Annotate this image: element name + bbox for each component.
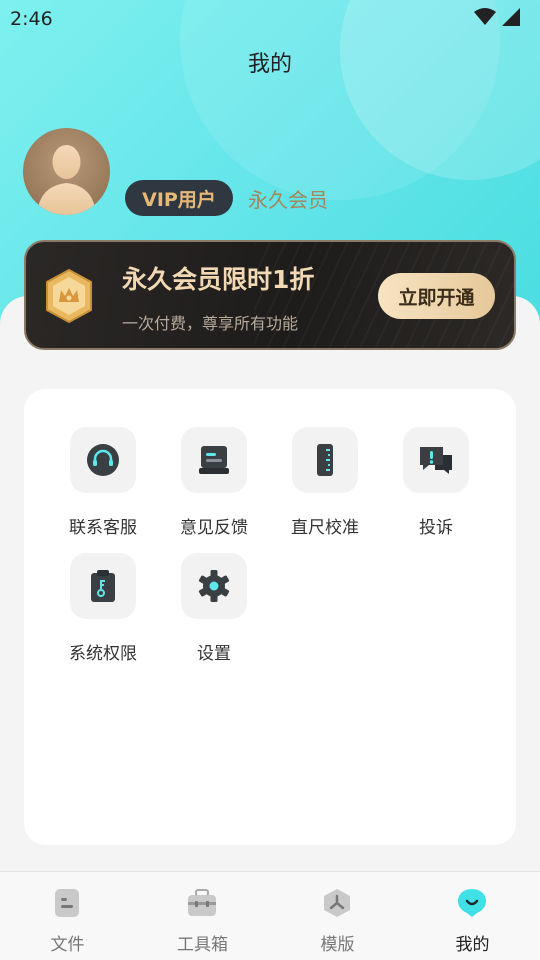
page-title: 我的 bbox=[247, 52, 292, 77]
gear-icon bbox=[181, 553, 247, 619]
tool-system-permission[interactable]: 系统权限 bbox=[48, 553, 158, 673]
tab-label: 文件 bbox=[50, 935, 85, 955]
tab-label: 工具箱 bbox=[177, 935, 228, 955]
tool-label: 直尺校准 bbox=[291, 518, 359, 538]
tool-complaint[interactable]: 投诉 bbox=[381, 427, 491, 547]
promo-title: 永久会员限时1折 bbox=[122, 265, 315, 294]
tool-label: 联系客服 bbox=[69, 518, 137, 538]
crown-badge-icon bbox=[46, 268, 92, 324]
tool-ruler-calibration[interactable]: 直尺校准 bbox=[270, 427, 380, 547]
bottom-tab-bar: 文件 工具箱 模版 我的 bbox=[0, 871, 540, 960]
tab-profile[interactable]: 我的 bbox=[405, 872, 540, 960]
tool-contact-support[interactable]: 联系客服 bbox=[48, 427, 158, 547]
permission-icon bbox=[70, 553, 136, 619]
member-type-label: 永久会员 bbox=[248, 188, 328, 212]
tool-label: 设置 bbox=[197, 644, 231, 664]
tool-settings[interactable]: 设置 bbox=[159, 553, 269, 673]
tool-label: 系统权限 bbox=[69, 644, 137, 664]
tab-toolbox[interactable]: 工具箱 bbox=[135, 872, 270, 960]
tab-files[interactable]: 文件 bbox=[0, 872, 135, 960]
user-silhouette-icon bbox=[37, 145, 96, 215]
tab-templates[interactable]: 模版 bbox=[270, 872, 405, 960]
tool-label: 意见反馈 bbox=[180, 518, 248, 538]
file-icon bbox=[50, 886, 84, 920]
status-bar: 2:46 bbox=[0, 0, 540, 38]
tool-feedback[interactable]: 意见反馈 bbox=[159, 427, 269, 547]
wifi-icon bbox=[474, 8, 496, 25]
feedback-icon bbox=[181, 427, 247, 493]
tool-label: 投诉 bbox=[419, 518, 453, 538]
profile-icon bbox=[455, 886, 489, 920]
tab-label: 模版 bbox=[320, 935, 355, 955]
avatar[interactable] bbox=[23, 128, 110, 215]
tools-panel: 联系客服 意见反馈 直尺校准 投诉 系统权限 设置 bbox=[24, 389, 516, 845]
complaint-icon bbox=[403, 427, 469, 493]
tab-label: 我的 bbox=[455, 935, 490, 955]
signal-icon bbox=[502, 8, 520, 26]
status-time: 2:46 bbox=[10, 8, 53, 30]
vip-promo-card[interactable]: 永久会员限时1折 一次付费，尊享所有功能 立即开通 bbox=[24, 240, 516, 350]
template-icon bbox=[320, 886, 354, 920]
activate-button[interactable]: 立即开通 bbox=[378, 273, 495, 319]
vip-badge: VIP用户 bbox=[125, 180, 233, 216]
ruler-icon bbox=[292, 427, 358, 493]
headset-icon bbox=[70, 427, 136, 493]
toolbox-icon bbox=[185, 886, 219, 920]
promo-subtitle: 一次付费，尊享所有功能 bbox=[122, 314, 299, 333]
